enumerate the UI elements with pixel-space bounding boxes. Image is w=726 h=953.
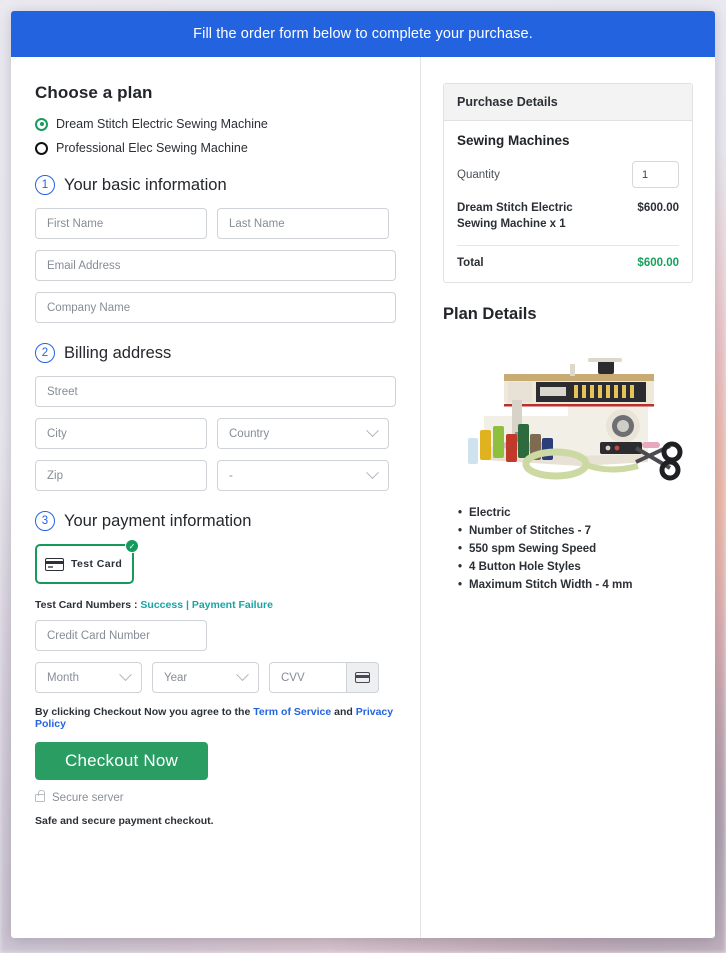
step-number-badge: 2	[35, 343, 55, 363]
quantity-input[interactable]: 1	[632, 161, 679, 188]
cvv-group: CVV	[269, 662, 379, 693]
checkout-now-button[interactable]: Checkout Now	[35, 742, 208, 780]
chevron-down-icon	[366, 466, 379, 480]
radio-unselected-icon[interactable]	[35, 141, 48, 155]
order-form-column: Choose a plan Dream Stitch Electric Sewi…	[11, 57, 420, 938]
state-select-value: -	[229, 469, 233, 482]
step-title: Your basic information	[64, 175, 227, 194]
product-group-title: Sewing Machines	[457, 133, 570, 148]
link-separator: |	[183, 599, 192, 611]
credit-card-number-input[interactable]: Credit Card Number	[35, 620, 207, 651]
step-3-header: 3 Your payment information	[35, 511, 396, 531]
radio-selected-icon[interactable]	[35, 117, 48, 131]
cvv-help-button[interactable]	[347, 662, 379, 693]
payment-method-label: Test Card	[71, 558, 123, 570]
plan-details-heading: Plan Details	[443, 305, 537, 324]
list-item: 4 Button Hole Styles	[458, 561, 693, 573]
banner: Fill the order form below to complete yo…	[11, 11, 715, 57]
step-number-badge: 1	[35, 175, 55, 195]
list-item: 550 spm Sewing Speed	[458, 543, 693, 555]
test-card-success-link[interactable]: Success	[140, 599, 183, 611]
cvv-input[interactable]: CVV	[269, 662, 347, 693]
list-item: Number of Stitches - 7	[458, 525, 693, 537]
step-number-badge: 3	[35, 511, 55, 531]
test-card-numbers-label: Test Card Numbers :	[35, 599, 141, 611]
plan-option-label: Dream Stitch Electric Sewing Machine	[56, 117, 268, 131]
terms-middle: and	[331, 706, 356, 718]
list-item: Electric	[458, 507, 693, 519]
term-of-service-link[interactable]: Term of Service	[253, 706, 331, 718]
quantity-label: Quantity	[457, 168, 500, 181]
expiry-month-value: Month	[47, 671, 79, 684]
step-title: Your payment information	[64, 511, 252, 530]
banner-text: Fill the order form below to complete yo…	[193, 26, 533, 42]
line-item-name: Dream Stitch Electric Sewing Machine x 1	[457, 202, 573, 230]
plan-option-label: Professional Elec Sewing Machine	[56, 141, 248, 155]
plan-option-professional[interactable]: Professional Elec Sewing Machine	[35, 141, 396, 155]
terms-text: By clicking Checkout Now you agree to th…	[35, 706, 396, 730]
zip-input[interactable]: Zip	[35, 460, 207, 491]
chevron-down-icon	[366, 424, 379, 438]
total-row: Total $600.00	[457, 246, 679, 269]
test-card-numbers-row: Test Card Numbers : Success | Payment Fa…	[35, 599, 396, 611]
state-select[interactable]: -	[217, 460, 389, 491]
line-item: Dream Stitch Electric Sewing Machine x 1…	[457, 201, 679, 247]
expiry-month-select[interactable]: Month	[35, 662, 142, 693]
secure-server-label: Secure server	[52, 792, 124, 804]
purchase-details-panel: Purchase Details Sewing Machines Quantit…	[443, 83, 693, 284]
chevron-down-icon	[119, 668, 132, 682]
test-card-failure-link[interactable]: Payment Failure	[192, 599, 273, 611]
city-input[interactable]: City	[35, 418, 207, 449]
plan-option-dream-stitch[interactable]: Dream Stitch Electric Sewing Machine	[35, 117, 396, 131]
step-1-header: 1 Your basic information	[35, 175, 396, 195]
expiry-year-select[interactable]: Year	[152, 662, 259, 693]
quantity-row: Quantity 1	[457, 161, 679, 188]
secure-server-row: Secure server	[35, 790, 396, 804]
last-name-input[interactable]: Last Name	[217, 208, 389, 239]
country-select-value: Country	[229, 427, 270, 440]
sewing-machine-image	[443, 338, 693, 493]
list-item: Maximum Stitch Width - 4 mm	[458, 579, 693, 591]
summary-column: Purchase Details Sewing Machines Quantit…	[421, 57, 715, 938]
safe-payment-note: Safe and secure payment checkout.	[35, 815, 214, 827]
check-badge-icon: ✓	[125, 539, 139, 553]
payment-method-test-card[interactable]: Test Card ✓	[35, 539, 139, 584]
checkout-card: Fill the order form below to complete yo…	[11, 11, 715, 938]
choose-plan-heading: Choose a plan	[35, 83, 153, 102]
total-amount: $600.00	[637, 257, 679, 270]
email-input[interactable]: Email Address	[35, 250, 396, 281]
plan-features-list: Electric Number of Stitches - 7 550 spm …	[443, 507, 693, 591]
country-select[interactable]: Country	[217, 418, 389, 449]
credit-card-icon	[45, 557, 64, 571]
company-name-input[interactable]: Company Name	[35, 292, 396, 323]
purchase-details-header: Purchase Details	[444, 84, 692, 121]
line-item-price: $600.00	[637, 202, 679, 214]
step-2-header: 2 Billing address	[35, 343, 396, 363]
expiry-year-value: Year	[164, 671, 188, 684]
total-label: Total	[457, 257, 484, 270]
street-input[interactable]: Street	[35, 376, 396, 407]
chevron-down-icon	[236, 668, 249, 682]
first-name-input[interactable]: First Name	[35, 208, 207, 239]
lock-icon	[35, 790, 45, 802]
step-title: Billing address	[64, 343, 172, 362]
credit-card-icon	[355, 672, 370, 683]
terms-prefix: By clicking Checkout Now you agree to th…	[35, 706, 254, 718]
